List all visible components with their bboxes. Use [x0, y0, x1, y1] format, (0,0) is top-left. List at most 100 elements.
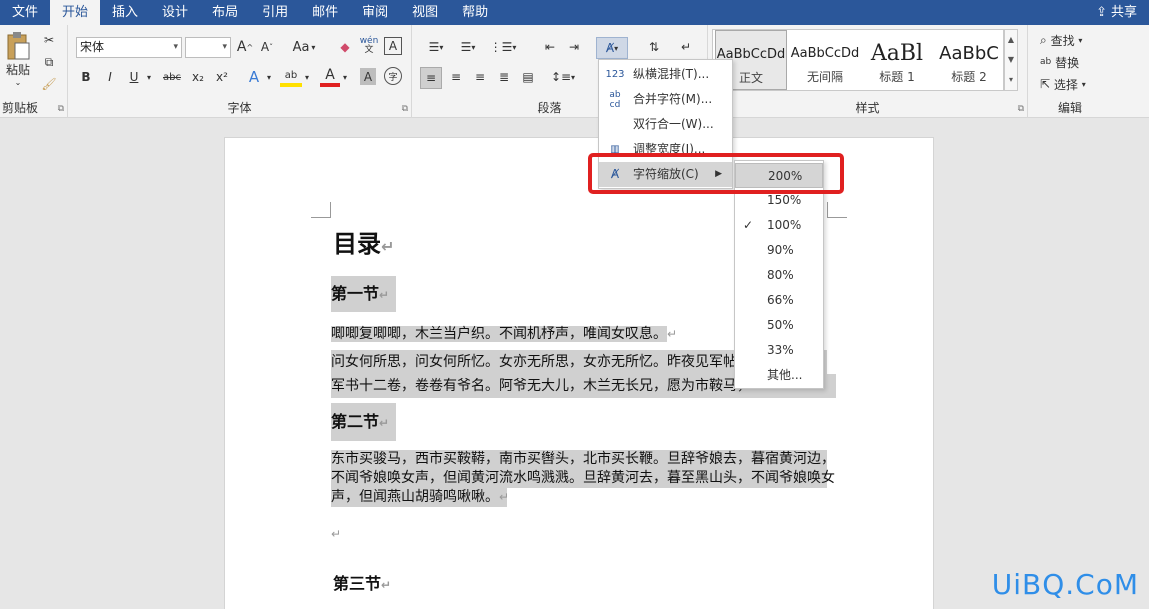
styles-group-label: 样式 — [855, 101, 880, 115]
brush-icon: 🖌 — [41, 77, 57, 91]
empty-paragraph-mark: ↵ — [331, 527, 342, 541]
chevron-down-icon: ⌄ — [14, 78, 22, 87]
distributed-icon: ▤ — [522, 70, 534, 84]
align-left-icon: ≡ — [425, 71, 437, 85]
cursor-icon: ⇱ — [1040, 77, 1051, 91]
italic-button[interactable]: I — [100, 67, 120, 87]
character-border-button[interactable]: A — [384, 37, 402, 55]
chevron-down-icon: ▾ — [311, 42, 316, 52]
scale-option-66[interactable]: 66% — [735, 288, 823, 313]
scale-option-33[interactable]: 33% — [735, 338, 823, 363]
paste-button[interactable]: 粘贴 ⌄ — [2, 31, 34, 87]
line-spacing-button[interactable]: ↕≡ ▾ — [548, 67, 578, 87]
section-heading[interactable]: 第三节↵ — [333, 570, 391, 594]
numbering-button[interactable]: ☰ ▾ — [454, 37, 482, 57]
scale-option-100[interactable]: ✓ 100% — [735, 213, 823, 238]
increase-indent-button[interactable]: ⇥ — [564, 37, 584, 57]
subscript-button[interactable]: x₂ — [188, 67, 208, 87]
multilevel-list-icon: ⋮☰ — [489, 40, 513, 54]
gallery-scroll[interactable]: ▲ ▼ ▾ — [1004, 29, 1018, 91]
style-no-spacing[interactable]: AaBbCcDd 无间隔 — [789, 30, 861, 90]
share-button[interactable]: ⇪ 共享 — [1096, 0, 1137, 25]
find-button[interactable]: ⌕ 查找 ▾ — [1040, 31, 1106, 49]
enclose-character-button[interactable]: 字 — [384, 67, 402, 85]
show-marks-button[interactable]: ↵ — [676, 37, 696, 57]
change-case-button[interactable]: Aa ▾ — [288, 37, 320, 57]
numbered-list-icon: ☰ — [460, 40, 472, 54]
bullets-button[interactable]: ☰ ▾ — [422, 37, 450, 57]
asian-layout-button[interactable]: Ⱥ ▾ — [596, 37, 628, 59]
chevron-down-icon[interactable]: ▾ — [264, 67, 274, 87]
asian-layout-icon: Ⱥ — [605, 41, 615, 55]
watermark-logo: UiBQ.CoM — [991, 568, 1139, 601]
launcher-icon[interactable]: ⧉ — [1018, 104, 1024, 114]
tab-view[interactable]: 视图 — [400, 0, 450, 25]
shrink-font-button[interactable]: Aˇ — [258, 37, 276, 57]
chevron-down-icon[interactable]: ▾ — [144, 67, 154, 87]
align-right-button[interactable]: ≡ — [470, 67, 490, 87]
scale-option-other[interactable]: 其他... — [735, 363, 823, 388]
align-right-icon: ≡ — [474, 70, 486, 84]
font-size-combo[interactable]: ▾ — [185, 37, 231, 58]
menu-item-two-lines-in-one[interactable]: 双行合一(W)... — [599, 112, 732, 137]
paragraph-3[interactable]: 东市买骏马，西市买鞍鞯，南市买辔头，北市买长鞭。旦辞爷娘去，暮宿黄河边， 不闻爷… — [331, 450, 835, 507]
tab-insert[interactable]: 插入 — [100, 0, 150, 25]
section-heading[interactable]: 第一节↵ — [331, 276, 396, 312]
bold-button[interactable]: B — [76, 67, 96, 87]
decrease-indent-button[interactable]: ⇤ — [540, 37, 560, 57]
paragraph-1[interactable]: 唧唧复唧唧，木兰当户织。不闻机杼声，唯闻女叹息。↵ — [331, 324, 677, 344]
multilevel-list-button[interactable]: ⋮☰ ▾ — [488, 37, 518, 57]
gallery-more-icon[interactable]: ▾ — [1005, 70, 1017, 90]
tab-help[interactable]: 帮助 — [450, 0, 500, 25]
tab-home[interactable]: 开始 — [50, 0, 101, 25]
align-center-button[interactable]: ≡ — [446, 67, 466, 87]
font-group: 宋体 ▾ ▾ A ^ Aˇ Aa ▾ ◆ wén 文 A B I U ▾ abc x₂… — [68, 25, 412, 118]
sort-button[interactable]: ⇅ — [644, 37, 664, 57]
tab-review[interactable]: 审阅 — [350, 0, 400, 25]
launcher-icon[interactable]: ⧉ — [402, 104, 408, 114]
menu-item-vertical-in-horizontal[interactable]: 123 纵横混排(T)... — [599, 62, 732, 87]
chevron-down-icon[interactable]: ▾ — [302, 67, 312, 87]
underline-button[interactable]: U — [124, 67, 144, 87]
superscript-button[interactable]: x² — [212, 67, 232, 87]
cut-button[interactable]: ✂ — [40, 31, 58, 49]
tab-file[interactable]: 文件 — [0, 0, 50, 25]
justify-button[interactable]: ≣ — [494, 67, 514, 87]
menu-item-combine-characters[interactable]: ab cd 合并字符(M)... — [599, 87, 732, 112]
vertical-text-icon: 123 — [605, 69, 625, 80]
scale-option-90[interactable]: 90% — [735, 238, 823, 263]
launcher-icon[interactable]: ⧉ — [58, 104, 64, 114]
tab-references[interactable]: 引用 — [250, 0, 300, 25]
crop-mark — [311, 202, 331, 218]
scroll-down-icon[interactable]: ▼ — [1005, 50, 1017, 70]
character-shading-button[interactable]: A — [360, 68, 376, 85]
clear-format-button[interactable]: ◆ — [336, 37, 354, 57]
format-painter-button[interactable]: 🖌 — [40, 75, 58, 93]
replace-icon: ab — [1040, 57, 1052, 67]
select-button[interactable]: ⇱ 选择 ▾ — [1040, 75, 1106, 93]
indent-icon: ⇥ — [568, 40, 580, 54]
section-heading[interactable]: 第二节↵ — [331, 403, 396, 441]
style-heading-1[interactable]: AaBl 标题 1 — [861, 30, 933, 90]
document-title[interactable]: 目录↵ — [333, 224, 394, 259]
scale-option-80[interactable]: 80% — [735, 263, 823, 288]
tab-layout[interactable]: 布局 — [200, 0, 250, 25]
style-heading-2[interactable]: AaBbC 标题 2 — [933, 30, 1005, 90]
tab-mailings[interactable]: 邮件 — [300, 0, 350, 25]
font-color-button[interactable]: A — [320, 67, 340, 87]
scroll-up-icon[interactable]: ▲ — [1005, 30, 1017, 50]
replace-button[interactable]: ab 替换 — [1040, 53, 1106, 71]
chevron-down-icon[interactable]: ▾ — [340, 67, 350, 87]
align-left-button[interactable]: ≡ — [420, 67, 442, 89]
tab-design[interactable]: 设计 — [150, 0, 200, 25]
strikethrough-button[interactable]: abc — [160, 67, 184, 87]
copy-button[interactable]: ⧉ — [40, 53, 58, 71]
phonetic-guide-button[interactable]: wén 文 — [358, 35, 380, 57]
distributed-button[interactable]: ▤ — [518, 67, 538, 87]
font-name-combo[interactable]: 宋体 ▾ — [76, 37, 182, 58]
scale-option-50[interactable]: 50% — [735, 313, 823, 338]
text-effects-button[interactable]: A — [244, 67, 264, 87]
highlight-button[interactable]: ab — [280, 67, 302, 87]
ribbon: 粘贴 ⌄ ✂ ⧉ 🖌 剪贴板 ⧉ 宋体 ▾ ▾ A ^ Aˇ Aa ▾ ◆ wén 文… — [0, 25, 1149, 118]
grow-font-button[interactable]: A ^ — [236, 37, 254, 57]
